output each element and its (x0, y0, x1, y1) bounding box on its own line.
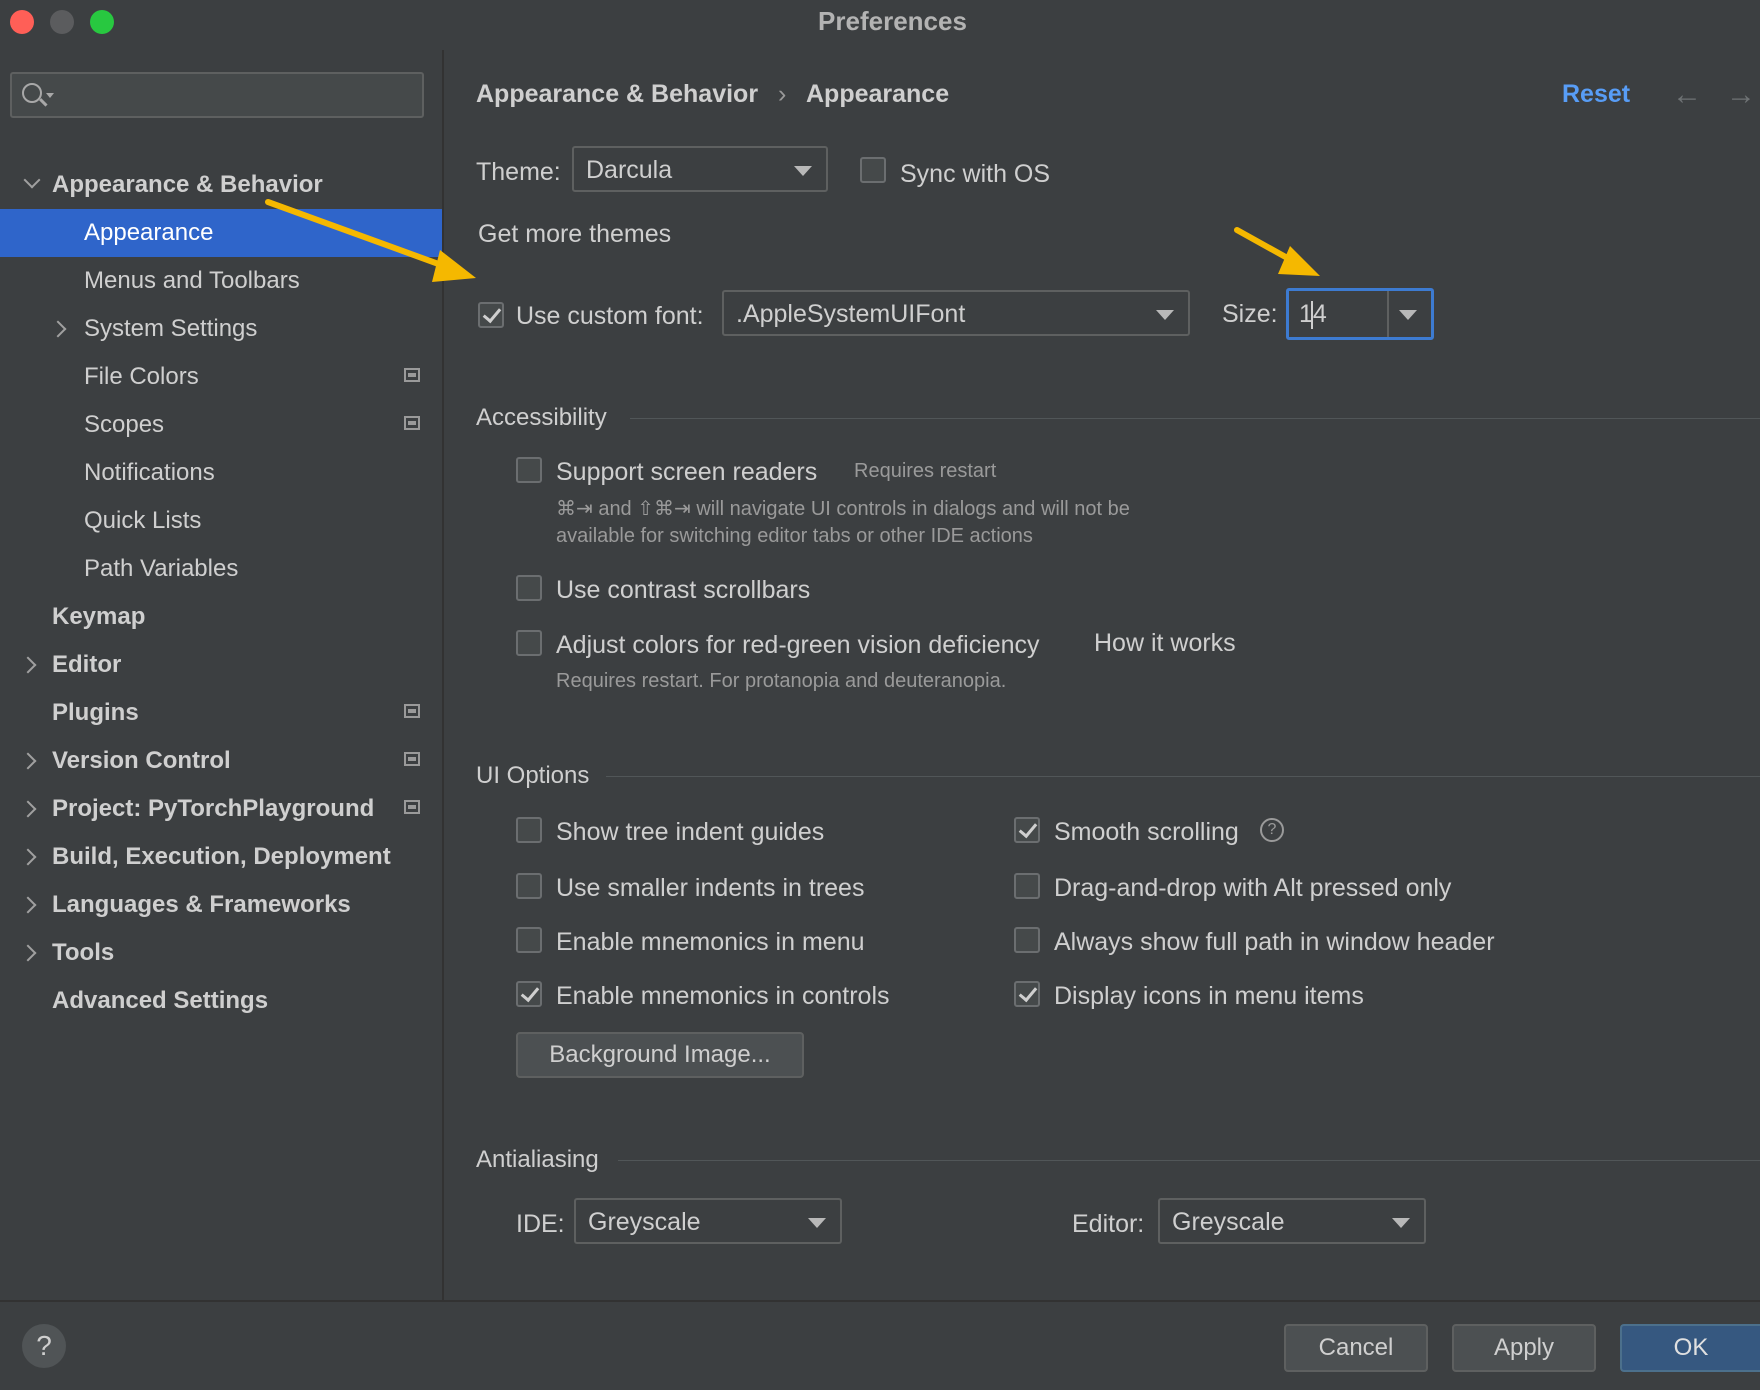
apply-button[interactable]: Apply (1452, 1324, 1596, 1372)
dialog-footer: ? Cancel Apply OK (0, 1300, 1760, 1390)
annotation-arrow-font (265, 199, 476, 282)
help-button[interactable]: ? (22, 1324, 66, 1368)
annotation-arrows (265, 199, 1320, 282)
cancel-button[interactable]: Cancel (1284, 1324, 1428, 1372)
ok-button[interactable]: OK (1620, 1324, 1760, 1372)
annotation-arrow-size (1234, 227, 1320, 276)
